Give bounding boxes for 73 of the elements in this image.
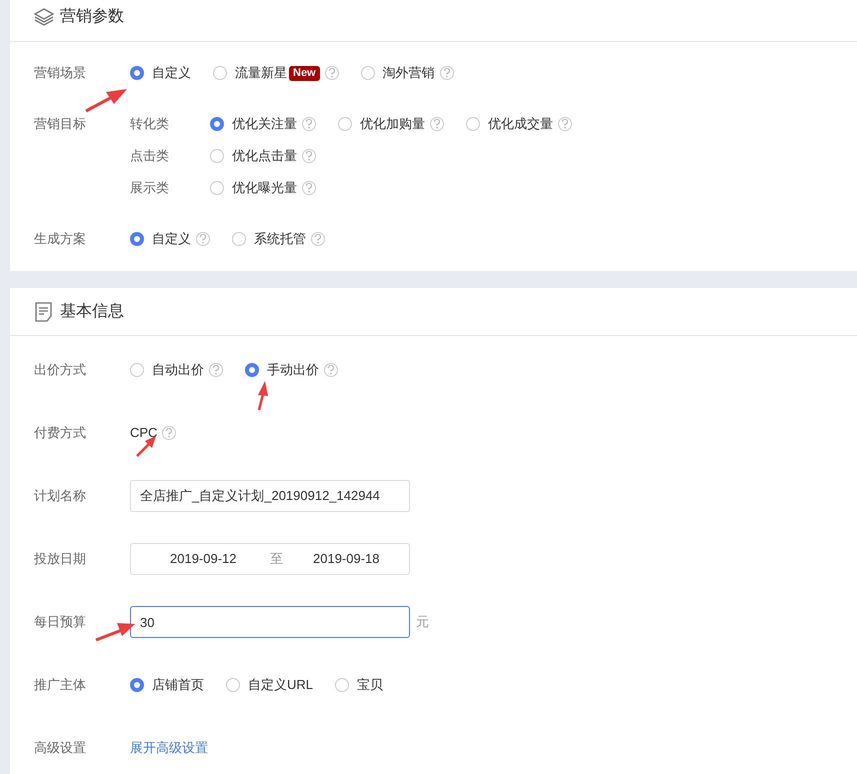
help-icon[interactable] — [209, 363, 223, 377]
field-label: 推广主体 — [34, 676, 86, 694]
option-label: 手动出价 — [267, 361, 319, 380]
help-icon[interactable] — [558, 117, 572, 131]
date-range-field[interactable]: 2019-09-12 至 2019-09-18 — [130, 543, 410, 575]
radio-button[interactable] — [335, 678, 350, 692]
input-field[interactable]: 全店推广_自定义计划_20190912_142944 — [130, 480, 410, 512]
help-icon[interactable] — [324, 66, 339, 80]
option-label: 优化成交量 — [488, 115, 553, 134]
expand-link[interactable]: 展开高级设置 — [130, 738, 208, 758]
radio-button[interactable] — [245, 363, 259, 377]
annotation-arrow — [95, 623, 135, 642]
help-icon[interactable] — [302, 149, 316, 163]
document-icon — [34, 302, 54, 322]
radio-button[interactable] — [210, 181, 224, 195]
layers-icon — [34, 6, 54, 26]
radio-button[interactable] — [213, 66, 227, 80]
field-label: 生成方案 — [34, 230, 86, 248]
option-label: 优化曝光量 — [232, 179, 297, 198]
help-icon[interactable] — [162, 426, 176, 440]
option-label: 自定义 — [152, 64, 191, 82]
option-label: 自动出价 — [152, 361, 204, 380]
annotation-arrow — [85, 89, 127, 112]
radio-button[interactable] — [130, 363, 144, 377]
field-label: 付费方式 — [34, 424, 86, 442]
field-label: 营销场景 — [34, 64, 86, 82]
input-field[interactable]: 30 — [130, 606, 410, 638]
radio-button[interactable] — [130, 678, 144, 692]
unit-label: 元 — [416, 613, 429, 632]
start-date: 2019-09-12 — [170, 550, 238, 568]
radio-button[interactable] — [210, 117, 224, 131]
section-title: 营销参数 — [60, 6, 124, 26]
annotation-arrow — [136, 436, 156, 457]
help-icon[interactable] — [196, 232, 210, 246]
help-icon[interactable] — [302, 117, 316, 131]
option-label: 宝贝 — [357, 676, 384, 694]
help-icon[interactable] — [311, 232, 325, 246]
option-label: 系统托管 — [254, 230, 306, 248]
option-label: 店铺首页 — [152, 676, 204, 694]
end-date: 2019-09-18 — [313, 550, 380, 568]
field-label: 计划名称 — [34, 487, 86, 505]
radio-button[interactable] — [466, 117, 480, 131]
radio-button[interactable] — [226, 678, 240, 692]
option-label: 优化关注量 — [232, 115, 297, 134]
radio-button[interactable] — [338, 117, 352, 131]
radio-button[interactable] — [130, 66, 144, 80]
help-icon[interactable] — [324, 363, 338, 377]
radio-button[interactable] — [210, 149, 224, 163]
radio-button[interactable] — [360, 66, 375, 80]
value-text: CPC — [130, 424, 158, 442]
new-badge: New — [289, 66, 320, 80]
field-label: 营销目标 — [34, 115, 86, 133]
range-separator: 至 — [270, 550, 284, 568]
category-label: 展示类 — [130, 179, 170, 198]
option-label: 淘外营销 — [382, 64, 435, 82]
option-label: 自定义 — [152, 230, 191, 248]
radio-button[interactable] — [130, 232, 144, 246]
category-label: 点击类 — [130, 147, 170, 166]
field-label: 高级设置 — [34, 739, 86, 757]
help-icon[interactable] — [430, 117, 444, 131]
help-icon[interactable] — [440, 66, 454, 80]
help-icon[interactable] — [302, 181, 316, 195]
field-label: 每日预算 — [34, 613, 86, 631]
field-label: 投放日期 — [34, 550, 86, 568]
option-label: 流量新星 — [235, 64, 287, 82]
annotation-arrow — [258, 381, 268, 410]
option-label: 自定义URL — [248, 676, 314, 694]
option-label: 优化点击量 — [232, 147, 297, 166]
radio-button[interactable] — [232, 232, 246, 246]
category-label: 转化类 — [130, 115, 170, 134]
section-title: 基本信息 — [60, 302, 124, 322]
field-label: 出价方式 — [34, 361, 86, 379]
option-label: 优化加购量 — [360, 115, 425, 134]
